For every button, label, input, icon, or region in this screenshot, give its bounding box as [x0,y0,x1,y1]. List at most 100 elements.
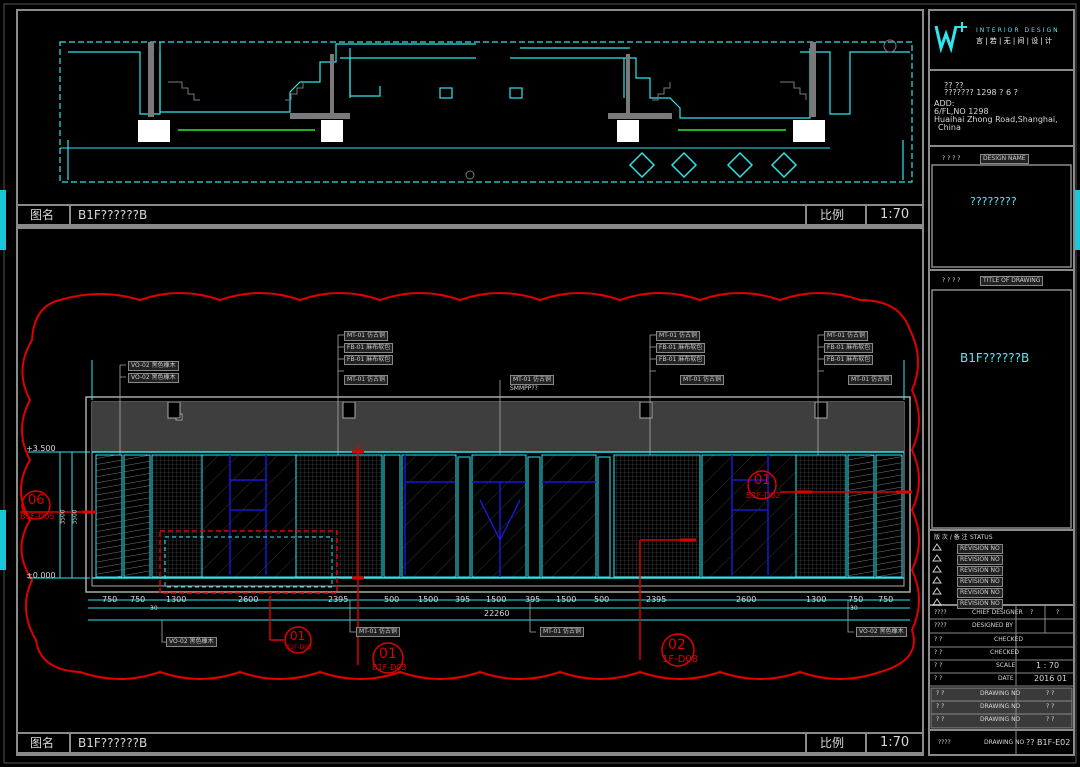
material-tag: VO-02 黑色橡木 [856,627,907,637]
logo-subtext: 言 | 若 | 无 | 间 | 设 | 计 [976,37,1053,45]
material-tag: MT-01 仿古铜 [848,375,892,385]
material-note: SMMPP?? [510,385,538,392]
callout-ref: 1F-D08 [662,654,699,665]
dim-label: 2395 [328,595,349,604]
callout-number: 01 [754,473,771,488]
material-tag: MT-01 仿古铜 [656,331,700,341]
revision-row: REVISION NO [957,599,1003,609]
stamp-label: ? ? [936,690,945,697]
chief-label-en: CHIEF DESIGNER [972,609,1023,616]
dim-label: 1300 [806,595,827,604]
dim-label: 500 [594,595,610,604]
chief-value-1: ? [1030,609,1034,616]
material-tag: MT-01 仿古铜 [344,375,388,385]
material-tag: FB-01 麻布软包 [344,343,394,353]
sheet-number: ?? B1F-E02 [1026,738,1071,747]
callout-ref: B1F-D03 [372,663,407,672]
drawing-name: B1F??????B [960,351,1030,365]
sub-dim-label: 30 [150,605,158,612]
dim-label: 2600 [238,595,259,604]
stamp-value: ? ? [1046,716,1055,723]
revision-label: 版 次 / 备 注 [934,534,968,541]
logo-text: INTERIOR DESIGN [976,27,1060,34]
callout-number: 01 [379,646,397,662]
sub-dim-label: 30 [850,605,858,612]
dim-label: 750 [102,595,118,604]
height-dim: 3500 [59,509,67,525]
dim-label: 750 [130,595,146,604]
revision-row: REVISION NO [957,588,1003,598]
material-tag: MT-01 仿古铜 [344,331,388,341]
top-scale: 1:70 [880,207,910,222]
approver-label: ? ? [934,649,943,656]
material-tag: FB-01 麻布软包 [824,343,874,353]
dim-label: 395 [455,595,471,604]
revision-row: REVISION NO [957,555,1003,565]
company-line-6: China [938,123,961,132]
chief-label: ???? [934,609,947,616]
approver-label-en: CHECKED [990,649,1020,656]
scale-label: ? ? [934,662,943,669]
designer-label: ???? [934,622,947,629]
callout-ref: B1F-D02 [746,491,781,500]
material-tag: VO-02 黑色橡木 [166,637,217,647]
material-tag: MT-01 仿古铜 [824,331,868,341]
material-tag: VO-02 黑色橡木 [128,373,179,383]
dim-label: 500 [384,595,400,604]
dim-label: 2395 [646,595,667,604]
material-tag: FB-01 麻布软包 [656,343,706,353]
sheet-label-en: DRAWING NO [984,739,1025,746]
dim-label: 395 [525,595,541,604]
dim-label: 750 [848,595,864,604]
top-scale-label: 比例 [820,208,845,222]
material-tag: FB-01 麻布软包 [656,355,706,365]
total-dim-label: 22260 [484,609,510,618]
sheet-label: ???? [938,739,951,746]
revision-row: REVISION NO [957,577,1003,587]
chief-value-2: ? [1056,609,1060,616]
project-label-en: DESIGN NAME [980,154,1029,164]
stamp-label: ? ? [936,703,945,710]
scale-label-en: SCALE [996,662,1016,669]
revision-row: REVISION NO [957,566,1003,576]
height-dim: 3500 [71,509,79,525]
date-label-en: DATE [998,675,1014,682]
callout-number: 02 [668,637,686,653]
bottom-scale: 1:70 [880,735,910,750]
dim-label: 1300 [166,595,187,604]
stamp-label-en: DRAWING NO [980,690,1021,697]
project-name: ???????? [970,195,1017,208]
bottom-title: B1F??????B [78,736,148,750]
dim-label: 1500 [556,595,577,604]
top-title-label: 图名 [30,208,55,222]
material-tag: MT-01 仿古铜 [680,375,724,385]
designer-label-en: DESIGNED BY [972,622,1013,629]
checker-label: ? ? [934,636,943,643]
stamp-value: ? ? [1046,690,1055,697]
checker-label-en: CHECKED [994,636,1024,643]
dim-label: 2600 [736,595,757,604]
date-value: 2016 01 [1034,674,1068,683]
callout-number: 06 [28,493,45,508]
stamp-label: ? ? [936,716,945,723]
date-label: ? ? [934,675,943,682]
revision-row: REVISION NO [957,544,1003,554]
bottom-title-label: 图名 [30,736,55,750]
scale-value: 1 : 70 [1036,661,1060,670]
bottom-scale-label: 比例 [820,736,845,750]
company-line-2: ??????? 1298 ? 6 ? [944,88,1018,97]
material-tag: MT-01 仿古铜 [540,627,584,637]
callout-ref: B1F-D05 [20,512,55,521]
material-tag: FB-01 麻布软包 [824,355,874,365]
callout-number: 01 [290,629,306,643]
drawing-label: ? ? ? ? [942,277,961,284]
level-top: +3.500 [26,444,56,453]
dim-label: 750 [878,595,894,604]
material-tag: FB-01 麻布软包 [344,355,394,365]
stamp-label-en: DRAWING NO [980,716,1021,723]
dim-label: 1500 [418,595,439,604]
material-tag: MT-01 仿古铜 [356,627,400,637]
stamp-label-en: DRAWING NO [980,703,1021,710]
material-tag: MT-01 仿古铜 [510,375,554,385]
level-bottom: ±0.000 [26,571,56,580]
